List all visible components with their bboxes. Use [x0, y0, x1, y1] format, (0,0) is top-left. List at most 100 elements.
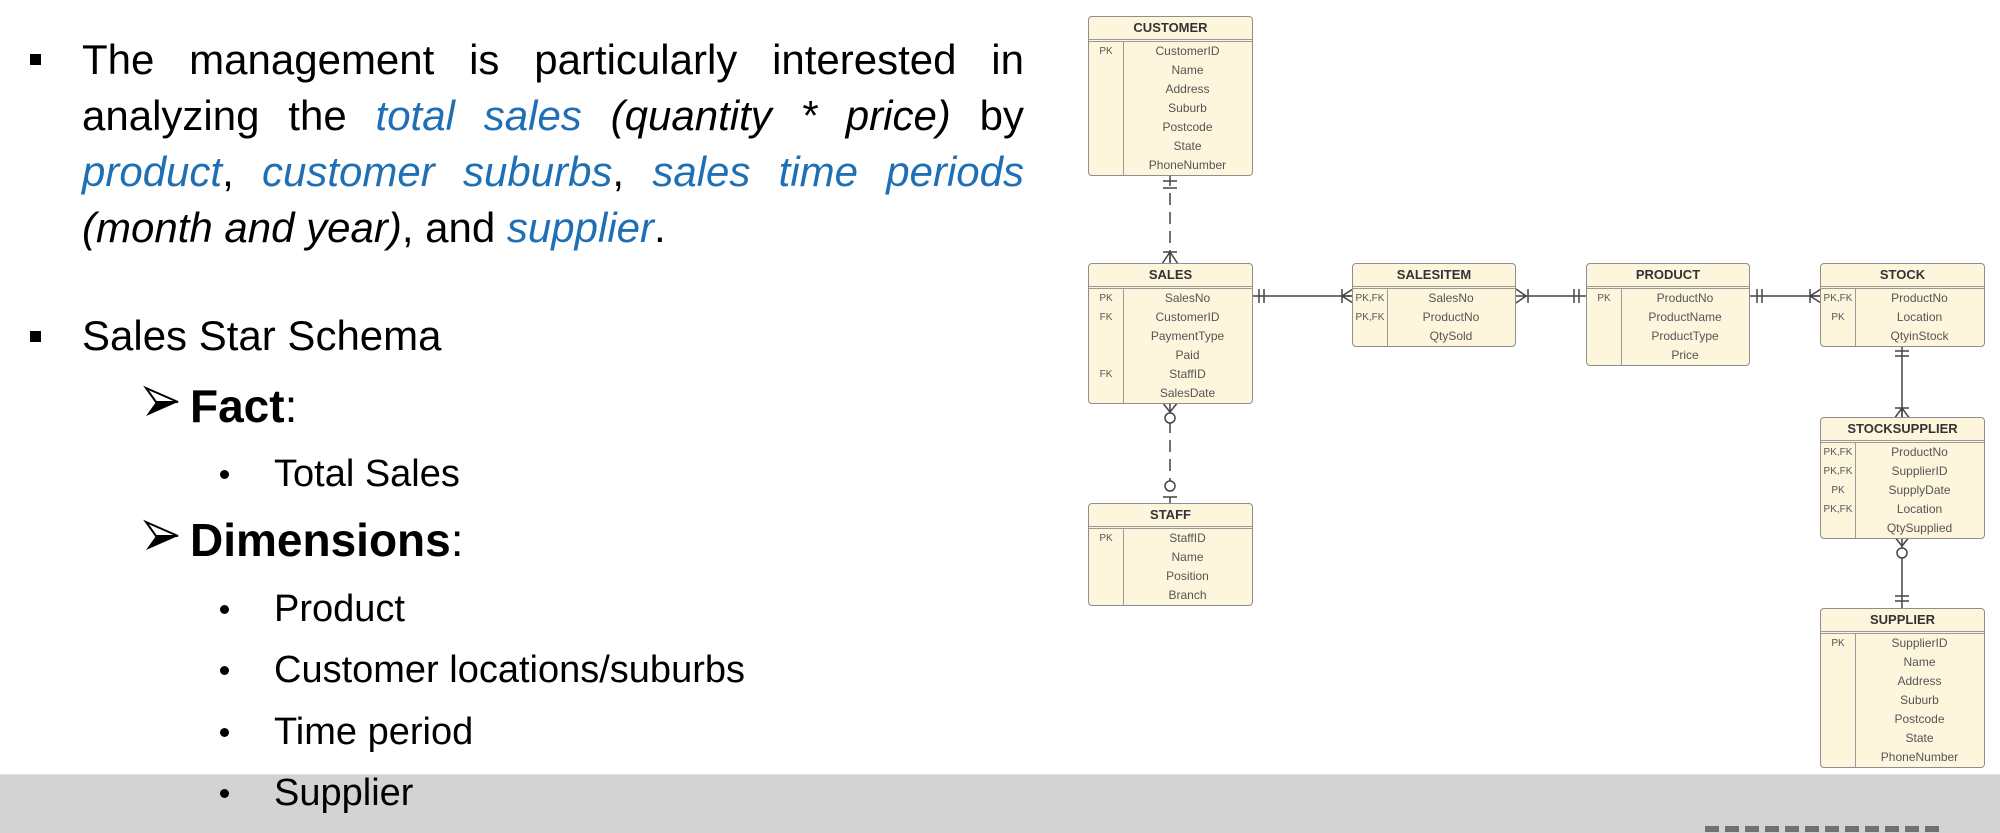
- entity-product[interactable]: PRODUCT PK ProductNo ProductName ProductType…: [1586, 263, 1750, 366]
- attribute-name: ProductNo: [1891, 291, 1948, 305]
- entity-title: SUPPLIER: [1821, 609, 1984, 634]
- attribute-name: ProductType: [1651, 329, 1719, 343]
- key-marker: FK: [1099, 369, 1113, 380]
- entity-title: STOCK: [1821, 264, 1984, 289]
- dot-bullet-icon: [220, 789, 229, 798]
- entity-attributes: PK,FK ProductNo PK Location QtyinStock: [1821, 289, 1984, 346]
- attribute-name: Name: [1171, 550, 1204, 564]
- attribute-name: QtySold: [1429, 329, 1473, 343]
- attribute-row: Name: [1089, 548, 1252, 567]
- attribute-row: Name: [1089, 61, 1252, 80]
- attribute-row: PK Location: [1821, 308, 1984, 327]
- paragraph-text: ,: [222, 148, 263, 195]
- entity-attributes: PK CustomerID Name Address Suburb Postcode Sta…: [1089, 42, 1252, 175]
- entity-staff[interactable]: STAFF PK StaffID Name Position Branch: [1088, 503, 1253, 606]
- attribute-row: Postcode: [1089, 118, 1252, 137]
- attribute-row: ProductType: [1587, 327, 1749, 346]
- arrow-bullet-icon: [142, 378, 190, 434]
- attribute-name: ProductName: [1648, 310, 1722, 324]
- fact-label: Fact: [190, 380, 285, 432]
- attribute-name: Branch: [1168, 588, 1207, 602]
- arrow-bullet-icon: [142, 512, 190, 568]
- entity-attributes: PK,FK ProductNo PK,FK SupplierID PK SupplyDat…: [1821, 443, 1984, 538]
- attribute-row: FK StaffID: [1089, 365, 1252, 384]
- entity-salesitem[interactable]: SALESITEM PK,FK SalesNo PK,FK ProductNo QtySo…: [1352, 263, 1516, 347]
- key-marker: PK: [1099, 46, 1113, 57]
- key-marker: PK,FK: [1823, 293, 1853, 304]
- highlighted-term: supplier: [506, 204, 655, 251]
- attribute-row: Suburb: [1089, 99, 1252, 118]
- attribute-row: QtySold: [1353, 327, 1515, 346]
- relationship-salesitem-product: [1515, 288, 1586, 304]
- attribute-name: ProductNo: [1422, 310, 1480, 324]
- attribute-row: PK,FK ProductNo: [1353, 308, 1515, 327]
- attribute-row: PK ProductNo: [1587, 289, 1749, 308]
- relationship-stock-stocksupplier: [1893, 344, 1911, 420]
- square-bullet-icon: [30, 54, 41, 65]
- attribute-row: PhoneNumber: [1089, 156, 1252, 175]
- fact-heading: Fact:: [142, 378, 297, 434]
- attribute-name: ProductNo: [1656, 291, 1714, 305]
- entity-supplier[interactable]: SUPPLIER PK SupplierID Name Address Suburb Pos…: [1820, 608, 1985, 768]
- footer-logo: [1705, 826, 1945, 832]
- dimensions-label: Dimensions: [190, 514, 451, 566]
- relationship-customer-sales: [1161, 174, 1179, 265]
- attribute-name: SalesNo: [1428, 291, 1474, 305]
- attribute-row: Name: [1821, 653, 1984, 672]
- slide-text-panel: The management is particularly intereste…: [0, 0, 1050, 832]
- key-marker: PK,FK: [1355, 312, 1385, 323]
- attribute-name: Suburb: [1168, 101, 1207, 115]
- attribute-name: QtyinStock: [1890, 329, 1949, 343]
- attribute-row: Suburb: [1821, 691, 1984, 710]
- attribute-row: PK,FK ProductNo: [1821, 443, 1984, 462]
- attribute-row: Address: [1089, 80, 1252, 99]
- relationship-sales-salesitem: [1252, 288, 1354, 304]
- attribute-row: PhoneNumber: [1821, 748, 1984, 767]
- dot-bullet-icon: [220, 728, 229, 737]
- key-marker: PK: [1597, 293, 1611, 304]
- attribute-name: SupplyDate: [1888, 483, 1951, 497]
- dimension-item: Product: [274, 588, 405, 630]
- entity-customer[interactable]: CUSTOMER PK CustomerID Name Address Suburb Pos…: [1088, 16, 1253, 176]
- entity-stock[interactable]: STOCK PK,FK ProductNo PK Location QtyinStock: [1820, 263, 1985, 347]
- attribute-name: StaffID: [1169, 531, 1206, 545]
- entity-attributes: PK ProductNo ProductName ProductType Price: [1587, 289, 1749, 365]
- entity-attributes: PK,FK SalesNo PK,FK ProductNo QtySold: [1353, 289, 1515, 346]
- highlighted-term: sales time periods: [652, 148, 1025, 195]
- dot-bullet-icon: [220, 470, 229, 479]
- attribute-row: QtySupplied: [1821, 519, 1984, 538]
- attribute-name: SalesNo: [1164, 291, 1211, 305]
- attribute-row: PaymentType: [1089, 327, 1252, 346]
- attribute-name: CustomerID: [1155, 44, 1220, 58]
- attribute-name: Name: [1903, 655, 1936, 669]
- attribute-name: CustomerID: [1155, 310, 1220, 324]
- attribute-name: Name: [1171, 63, 1204, 77]
- italic-text: (month and year): [82, 204, 402, 251]
- attribute-name: Postcode: [1894, 712, 1945, 726]
- attribute-name: Location: [1896, 310, 1943, 324]
- dimensions-heading: Dimensions:: [142, 512, 464, 568]
- key-marker: PK: [1099, 293, 1113, 304]
- attribute-row: State: [1821, 729, 1984, 748]
- key-marker: PK: [1831, 485, 1845, 496]
- attribute-row: Price: [1587, 346, 1749, 365]
- attribute-row: PK,FK SupplierID: [1821, 462, 1984, 481]
- highlighted-term: customer suburbs: [262, 148, 613, 195]
- square-bullet-icon: [30, 331, 41, 342]
- entity-stocksupplier[interactable]: STOCKSUPPLIER PK,FK ProductNo PK,FK Supplier…: [1820, 417, 1985, 539]
- attribute-row: PK SalesNo: [1089, 289, 1252, 308]
- attribute-row: PK,FK Location: [1821, 500, 1984, 519]
- dot-bullet-icon: [220, 666, 229, 675]
- attribute-row: SalesDate: [1089, 384, 1252, 403]
- attribute-name: PaymentType: [1150, 329, 1225, 343]
- key-marker: PK,FK: [1823, 466, 1853, 477]
- key-marker: FK: [1099, 312, 1113, 323]
- dimensions-colon: :: [450, 514, 464, 566]
- entity-sales[interactable]: SALES PK SalesNo FK CustomerID PaymentType Pai…: [1088, 263, 1253, 404]
- entity-title: STOCKSUPPLIER: [1821, 418, 1984, 443]
- entity-title: STAFF: [1089, 504, 1252, 529]
- intro-paragraph: The management is particularly intereste…: [82, 32, 1024, 256]
- highlighted-term: product: [82, 148, 223, 195]
- key-marker: PK,FK: [1823, 447, 1853, 458]
- attribute-name: SupplierID: [1891, 464, 1948, 478]
